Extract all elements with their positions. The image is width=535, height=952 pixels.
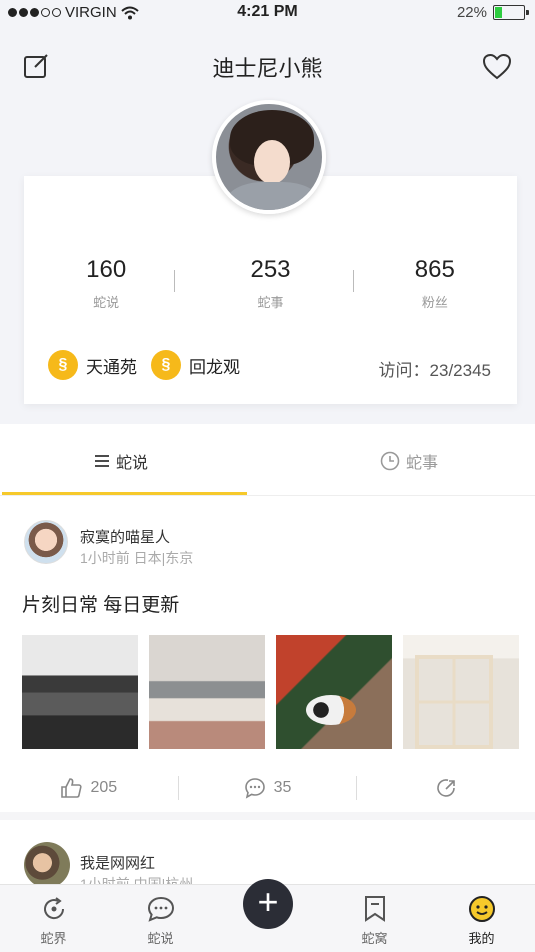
stat-label: 蛇说: [93, 295, 120, 310]
post-text: 片刻日常 每日更新: [22, 595, 180, 616]
post-image-bedroom[interactable]: [149, 635, 265, 749]
like-button[interactable]: 205: [0, 777, 178, 799]
post-actions: 205 35: [0, 768, 535, 808]
battery-percent: 22%: [456, 4, 487, 21]
active-tab-indicator: [2, 492, 247, 495]
stats-row: 160 蛇说 253 蛇事 865 粉丝: [24, 256, 517, 311]
stat-label: 蛇事: [257, 295, 284, 310]
tabbar-label: 蛇说: [147, 931, 174, 946]
post-image-cat[interactable]: [276, 635, 392, 749]
refresh-icon: [43, 897, 64, 920]
heart-icon[interactable]: [483, 54, 511, 80]
tabbar-item-world[interactable]: 蛇界: [0, 885, 107, 952]
badge-tiantongyuan[interactable]: § 天通苑: [48, 350, 137, 380]
stat-value: 253: [250, 256, 291, 283]
tab-posts[interactable]: 蛇说: [94, 426, 148, 496]
avatar[interactable]: [212, 100, 326, 214]
post-image-shelf[interactable]: [403, 635, 519, 749]
bookmark-icon: [364, 896, 385, 922]
stat-events[interactable]: 253 蛇事: [188, 256, 352, 311]
tabbar-item-me[interactable]: 我的: [428, 885, 535, 952]
tabbar-label: 蛇窝: [361, 931, 388, 946]
comment-icon: [244, 778, 265, 799]
create-post-button[interactable]: +: [243, 879, 293, 929]
comment-button[interactable]: 35: [179, 777, 357, 799]
badge-huilongguan[interactable]: § 回龙观: [151, 350, 240, 380]
badge-label: 回龙观: [189, 357, 240, 377]
list-icon: [95, 455, 109, 467]
badge-icon: §: [151, 350, 181, 380]
feed-post[interactable]: 寂寞的喵星人 1小时前 日本|东京 片刻日常 每日更新 205 35: [0, 510, 535, 820]
stat-label: 粉丝: [421, 295, 448, 310]
post-meta: 1小时前 日本|东京: [80, 550, 194, 566]
divider: [174, 270, 175, 292]
share-icon: [437, 779, 455, 797]
content-tabs: 蛇说 蛇事: [0, 426, 535, 496]
stat-fans[interactable]: 865 粉丝: [353, 256, 517, 311]
badges-row: § 天通苑 § 回龙观: [48, 350, 240, 380]
page-title: 迪士尼小熊: [212, 56, 323, 81]
divider: [353, 270, 354, 292]
like-count: 205: [90, 779, 118, 796]
tabbar-label: 蛇界: [40, 931, 67, 946]
post-images: [22, 635, 519, 749]
author-avatar[interactable]: [24, 842, 70, 888]
tab-label: 蛇事: [406, 455, 439, 472]
tabbar-item-nest[interactable]: 蛇窝: [321, 885, 428, 952]
tab-events[interactable]: 蛇事: [380, 426, 438, 496]
clock-icon: [380, 451, 400, 471]
tab-label: 蛇说: [116, 455, 149, 472]
tabbar-item-posts[interactable]: 蛇说: [107, 885, 214, 952]
bottom-tab-bar: 蛇界 蛇说 蛇窝 我的 +: [0, 879, 535, 952]
thumbs-up-icon: [61, 778, 83, 798]
profile-header: 迪士尼小熊 160 蛇说 253 蛇事 865 粉丝 § 天通苑 § 回龙观 访…: [0, 26, 535, 424]
author-avatar[interactable]: [24, 520, 68, 564]
share-button[interactable]: [357, 777, 535, 799]
badge-label: 天通苑: [86, 357, 137, 377]
smiley-icon: [468, 896, 495, 922]
visit-count: 访问：23/2345: [378, 361, 491, 380]
battery-icon: [493, 5, 529, 20]
comment-count: 35: [273, 779, 292, 796]
stat-value: 160: [86, 256, 127, 283]
author-name[interactable]: 寂寞的喵星人: [80, 526, 170, 547]
badge-icon: §: [48, 350, 78, 380]
chat-bubble-icon: [147, 896, 174, 922]
tabbar-label: 我的: [468, 931, 495, 946]
status-bar: VIRGIN 4:21 PM 22%: [0, 0, 535, 26]
stat-value: 865: [414, 256, 455, 283]
author-name[interactable]: 我是网网红: [80, 852, 155, 873]
post-image-temple[interactable]: [22, 635, 138, 749]
stat-posts[interactable]: 160 蛇说: [24, 256, 188, 311]
clock: 4:21 PM: [237, 3, 298, 20]
